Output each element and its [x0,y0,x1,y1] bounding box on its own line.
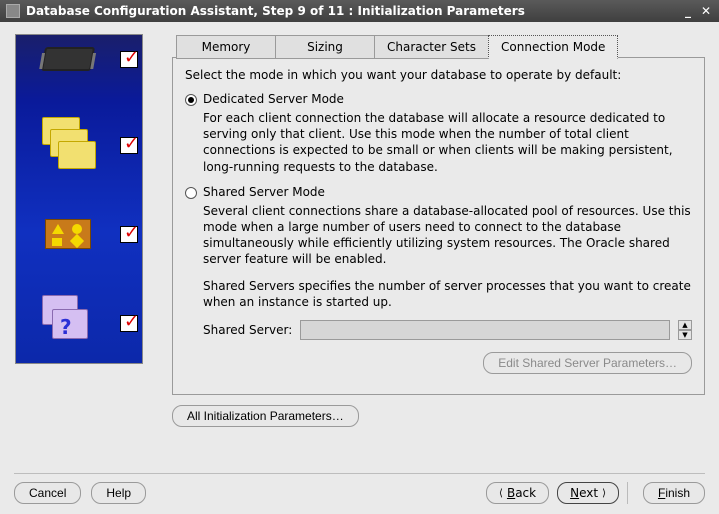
shapes-icon [45,219,91,249]
shared-extra-desc: Shared Servers specifies the number of s… [203,278,692,310]
spinner-down-icon[interactable]: ▼ [678,330,692,340]
next-button[interactable]: Next ⟩ [557,482,619,504]
separator [14,473,705,474]
tabs: Memory Sizing Character Sets Connection … [176,34,705,58]
dedicated-desc: For each client connection the database … [203,110,692,175]
back-button[interactable]: ⟨ Back [486,482,549,504]
shared-desc: Several client connections share a datab… [203,203,692,268]
shared-server-spinner[interactable]: ▲ ▼ [678,320,692,340]
shared-server-input[interactable] [300,320,670,340]
wizard-sidebar: ? [14,34,144,465]
back-label: ack [515,486,536,500]
radio-dedicated-label[interactable]: Dedicated Server Mode [203,92,344,106]
edit-shared-params-button[interactable]: Edit Shared Server Parameters… [483,352,692,374]
spinner-up-icon[interactable]: ▲ [678,320,692,330]
cpu-icon [41,47,95,71]
tab-connection-mode[interactable]: Connection Mode [488,35,618,59]
help-files-icon: ? [42,295,94,351]
app-icon [6,4,20,18]
minimize-button[interactable]: _ [681,4,695,18]
intro-text: Select the mode in which you want your d… [185,68,692,82]
help-button[interactable]: Help [91,482,146,504]
close-button[interactable]: ✕ [699,4,713,18]
step-check-icon [120,315,138,332]
shared-server-label: Shared Server: [203,323,292,337]
radio-dedicated[interactable] [185,94,197,106]
cancel-button[interactable]: Cancel [14,482,81,504]
radio-shared[interactable] [185,187,197,199]
tab-memory[interactable]: Memory [176,35,276,59]
step-check-icon [120,137,138,154]
tab-body: Select the mode in which you want your d… [172,57,705,395]
finish-button[interactable]: Finish [643,482,705,504]
window-title: Database Configuration Assistant, Step 9… [26,4,681,18]
tab-sizing[interactable]: Sizing [275,35,375,59]
next-label: ext [579,486,598,500]
step-check-icon [120,51,138,68]
chevron-left-icon: ⟨ [499,488,503,499]
all-init-params-button[interactable]: All Initialization Parameters… [172,405,359,427]
separator [627,482,635,504]
files-icon [42,117,94,173]
radio-shared-label[interactable]: Shared Server Mode [203,185,325,199]
step-check-icon [120,226,138,243]
tab-character-sets[interactable]: Character Sets [374,35,489,59]
titlebar: Database Configuration Assistant, Step 9… [0,0,719,22]
chevron-right-icon: ⟩ [602,488,606,499]
